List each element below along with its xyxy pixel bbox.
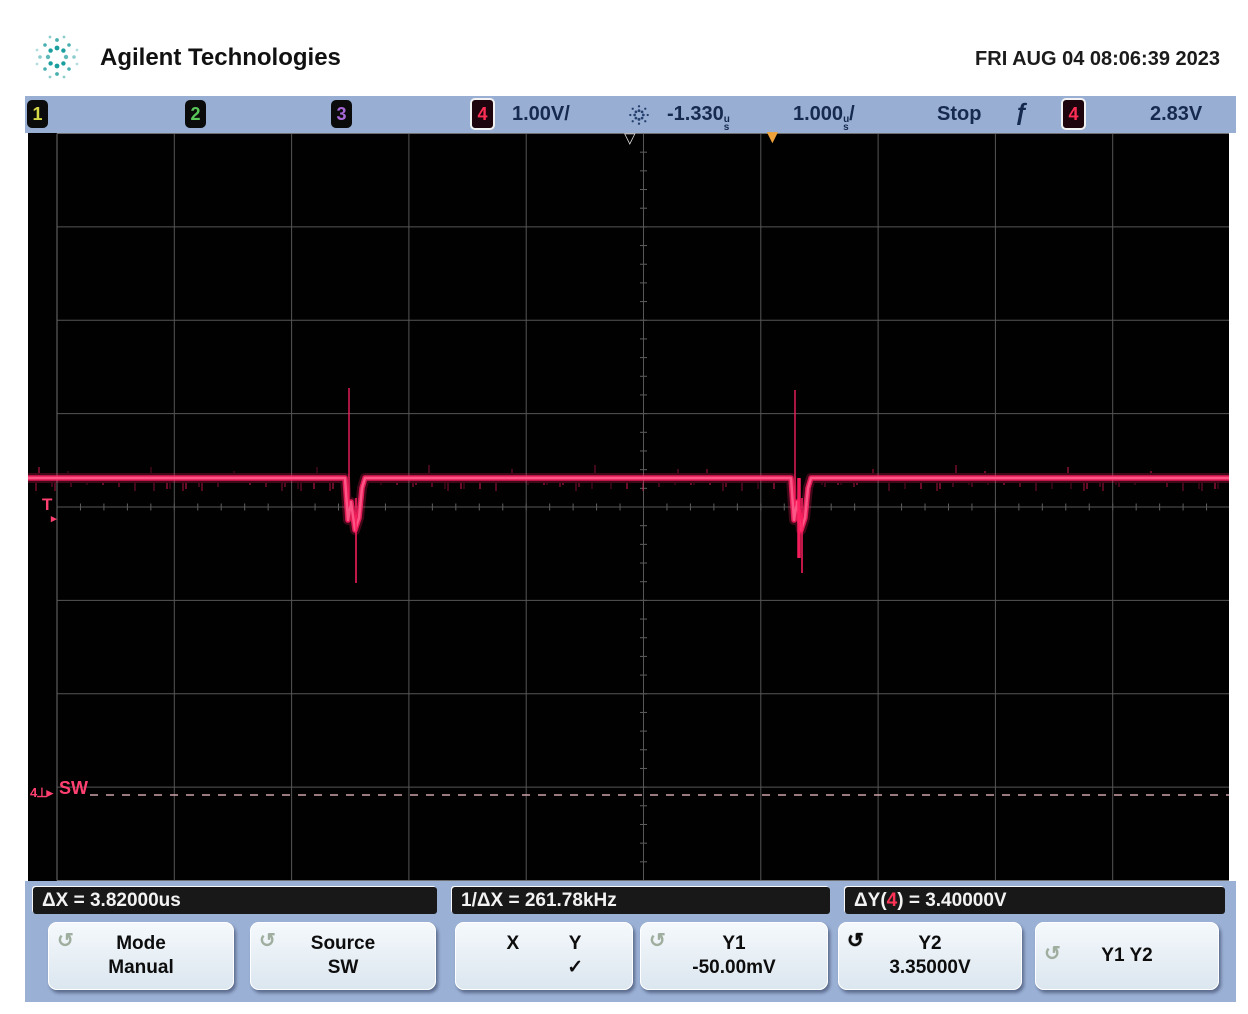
softkey-y2[interactable]: ↺ Y2 3.35000V [838, 922, 1022, 990]
trigger-delay-readout: -1.330us [667, 103, 730, 132]
datetime-readout: FRI AUG 04 08:06:39 2023 [975, 48, 1220, 71]
channel-4-badge: 4 [470, 98, 495, 130]
knob-icon: ↺ [1044, 942, 1061, 966]
x-cursor-option: X [482, 932, 544, 956]
softkey-cursor-select-xy[interactable]: X Y ✓ [455, 922, 633, 990]
microsecond-unit: us [724, 116, 730, 132]
timebase-readout: 1.000us/ [793, 103, 855, 132]
control-panel: ΔX = 3.82000us 1/ΔX = 261.78kHz ΔY(4) = … [25, 881, 1236, 1002]
delay-value: -1.330 [667, 103, 724, 125]
delta-x-readout: ΔX = 3.82000us [33, 887, 437, 914]
spark-icon [625, 101, 653, 129]
trigger-slope-icon: ƒ [1015, 99, 1028, 127]
trigger-level-arrow-icon: ▸ [51, 512, 57, 525]
softkey-value: Manual [108, 956, 173, 980]
softkey-label: Mode [116, 932, 166, 956]
knob-icon: ↺ [259, 929, 276, 953]
softkey-label: Source [311, 932, 375, 956]
y-cursor-option: Y [544, 932, 606, 956]
agilent-spark-icon [28, 28, 86, 86]
oscilloscope-screenshot: Agilent Technologies FRI AUG 04 08:06:39… [0, 0, 1248, 1014]
trigger-level-readout: 2.83V [1150, 103, 1202, 126]
softkey-source[interactable]: ↺ Source SW [250, 922, 436, 990]
time-reference-marker-icon: ▽ [624, 129, 636, 147]
softkey-mode[interactable]: ↺ Mode Manual [48, 922, 234, 990]
channel-1-badge: 1 [27, 100, 48, 128]
knob-icon: ↺ [649, 929, 666, 953]
channel-4-scale-readout: 1.00V/ [512, 103, 570, 126]
softkey-label: Y1 Y2 [1101, 944, 1152, 968]
waveform-svg [28, 133, 1229, 881]
delta-y-channel: 4 [887, 890, 898, 911]
channel-2-badge: 2 [185, 100, 206, 128]
softkey-value: 3.35000V [889, 956, 970, 980]
softkey-label: Y2 [918, 932, 941, 956]
channel-4-ground-marker: 4⊥▸ [30, 785, 52, 801]
softkey-value: SW [328, 956, 359, 980]
timebase-value: 1.000 [793, 103, 843, 125]
trigger-position-marker-icon: ▼ [763, 127, 782, 149]
delta-y-readout: ΔY(4) = 3.40000V [845, 887, 1225, 914]
waveform-display: ▽ ▼ T ▸ 4⊥▸ SW [28, 133, 1229, 881]
inverse-delta-x-readout: 1/ΔX = 261.78kHz [452, 887, 830, 914]
brand-title: Agilent Technologies [100, 44, 341, 72]
knob-icon: ↺ [57, 929, 74, 953]
sw-bus-label: SW [59, 778, 88, 799]
softkey-y1[interactable]: ↺ Y1 -50.00mV [640, 922, 828, 990]
softkey-label: Y1 [722, 932, 745, 956]
trigger-source-badge: 4 [1061, 98, 1086, 130]
softkey-value: -50.00mV [692, 956, 775, 980]
knob-icon: ↺ [847, 929, 864, 953]
acquisition-status: Stop [937, 103, 981, 126]
check-icon: ✓ [544, 956, 606, 980]
channel-3-badge: 3 [331, 100, 352, 128]
status-bar: 1 2 3 4 1.00V/ -1.330us 1.000us/ Stop ƒ … [25, 96, 1236, 133]
softkey-y1y2[interactable]: ↺ Y1 Y2 [1035, 922, 1219, 990]
